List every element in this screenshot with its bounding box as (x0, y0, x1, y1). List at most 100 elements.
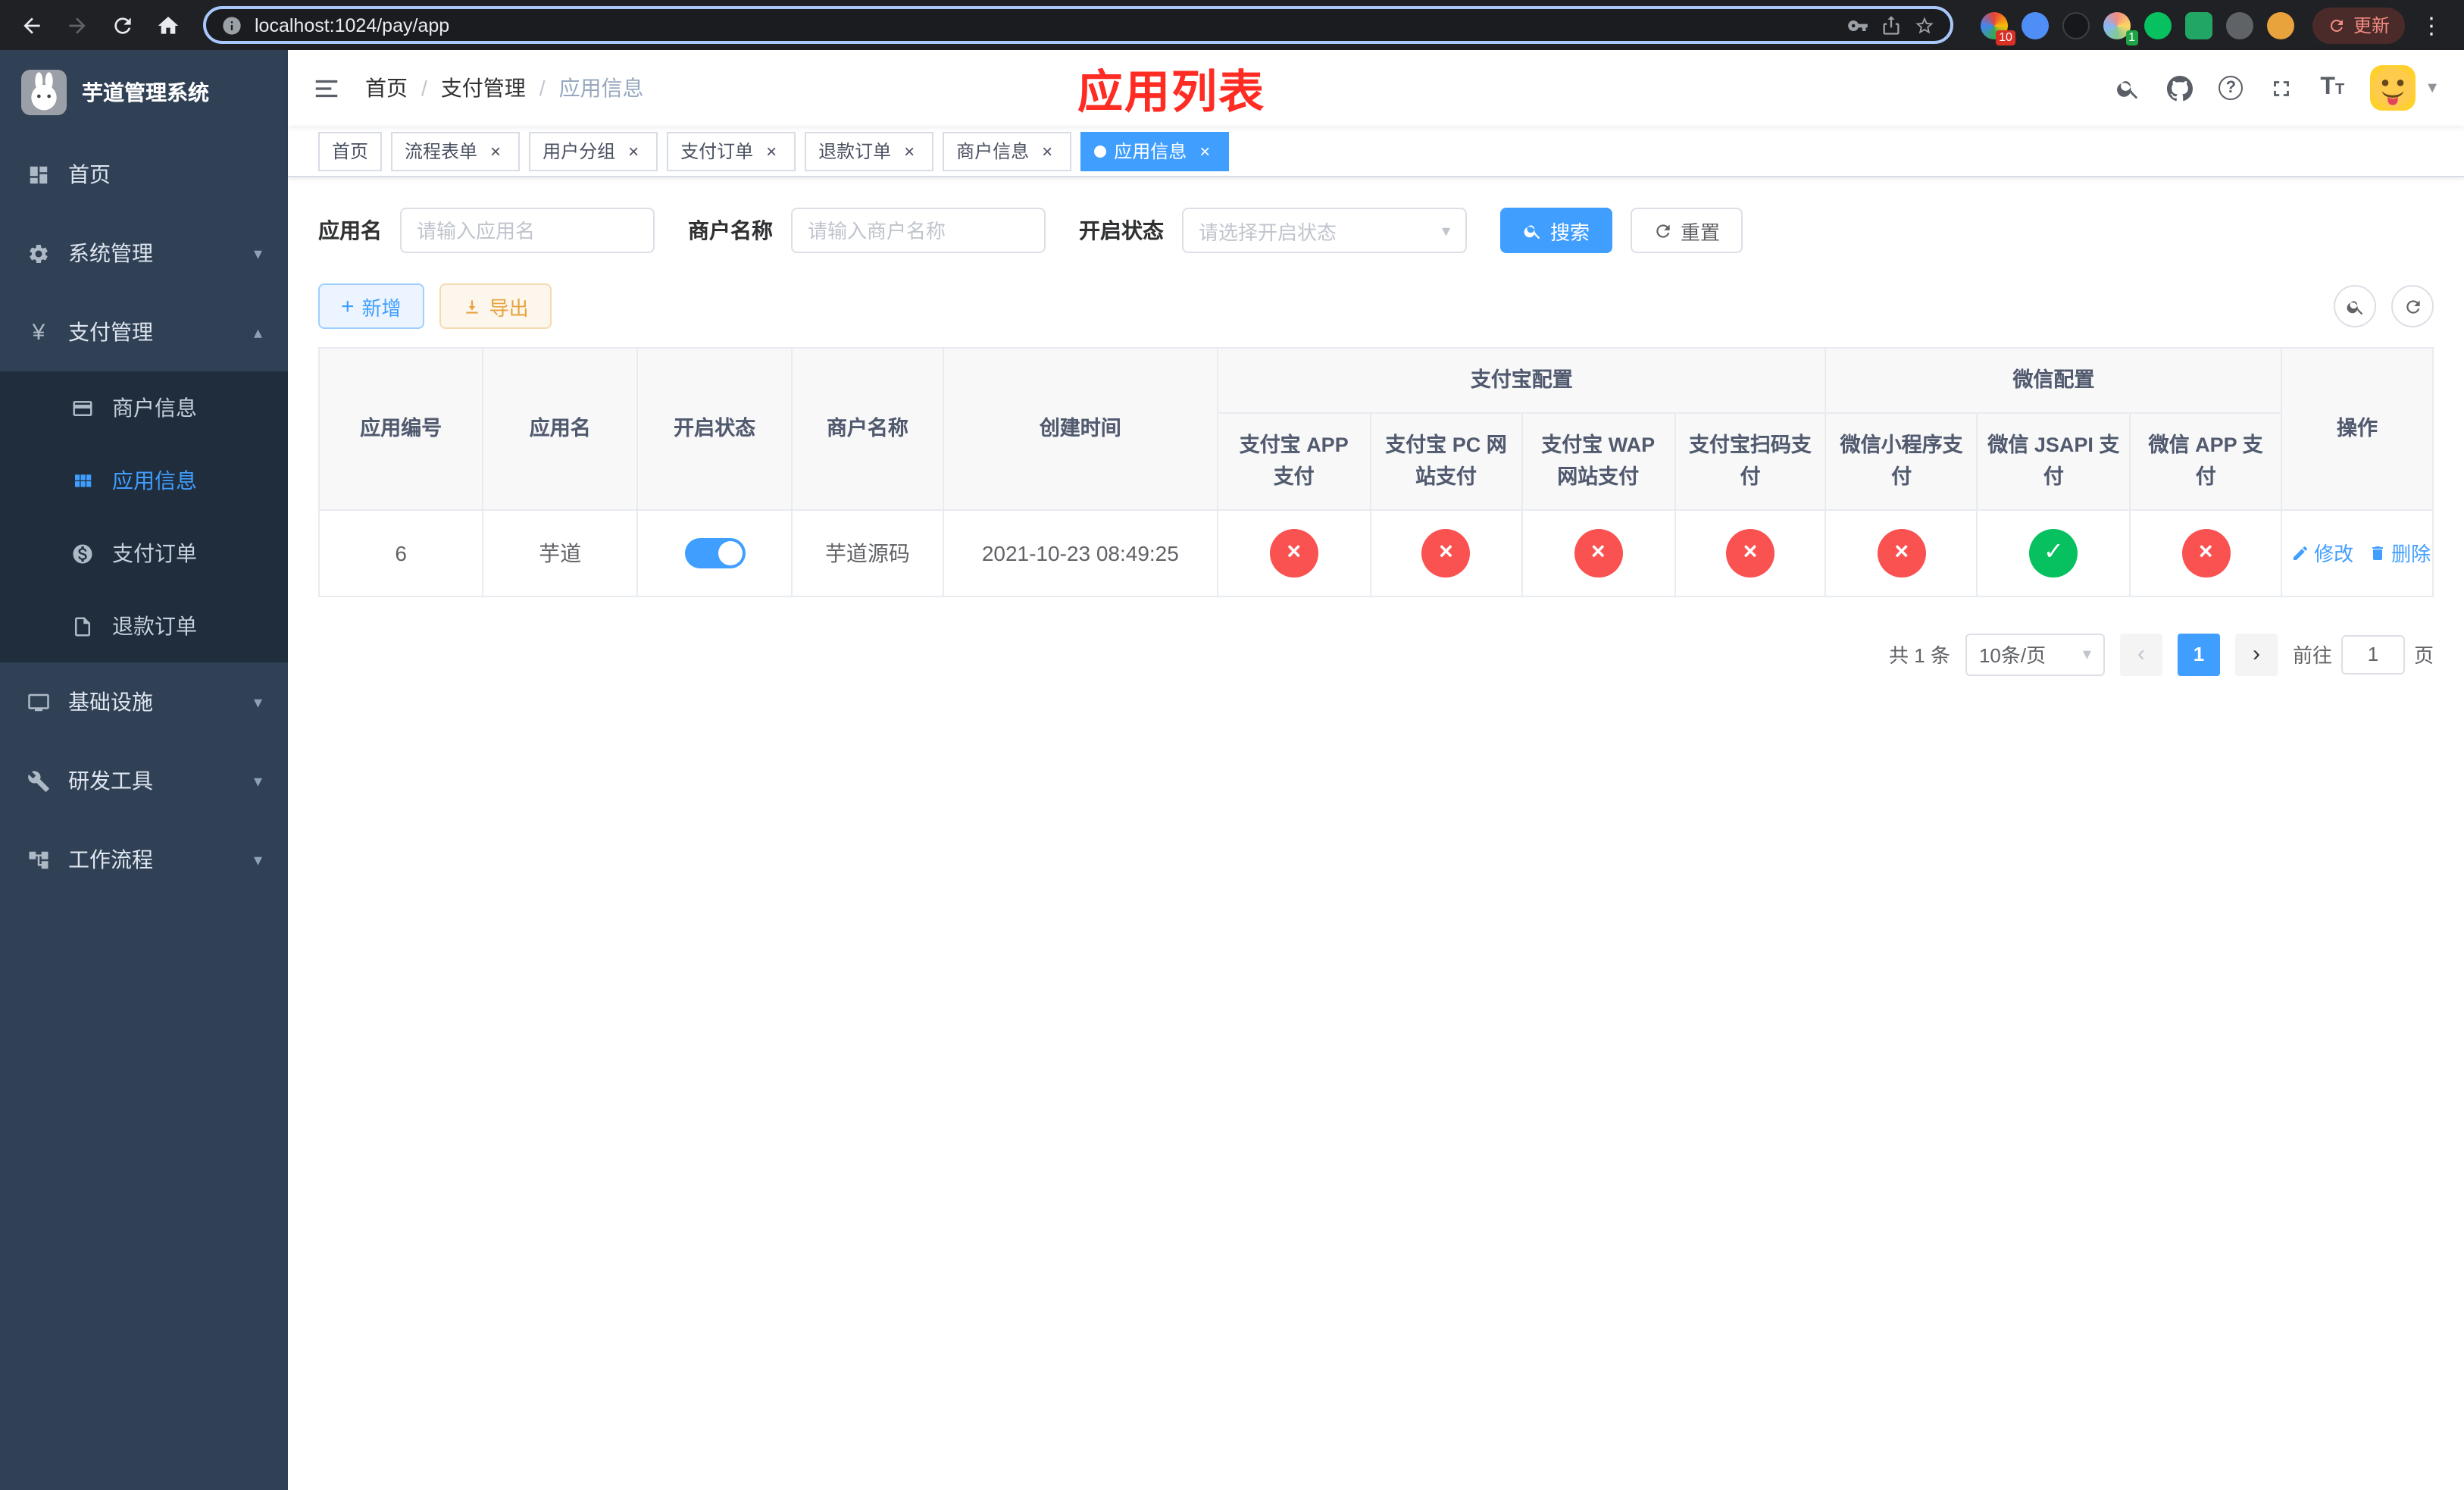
screen: localhost:1024/pay/app 10 1 更新 ⋮ 芋道管理系统 … (0, 0, 2464, 1490)
search-button[interactable]: 搜索 (1500, 208, 1613, 253)
sidebar-item-home[interactable]: 首页 (0, 135, 288, 214)
breadcrumb-payment[interactable]: 支付管理 (441, 73, 526, 103)
user-menu[interactable]: ▼ (2370, 65, 2440, 111)
tab-process-form[interactable]: 流程表单 × (391, 131, 521, 171)
extension-icon[interactable]: 10 (1980, 11, 2015, 45)
tab-pay-order[interactable]: 支付订单 × (667, 131, 796, 171)
sidebar-item-system[interactable]: 系统管理 ▾ (0, 214, 288, 293)
cell-actions: 修改 删除 (2281, 509, 2434, 597)
sidebar-item-workflow[interactable]: 工作流程 ▾ (0, 820, 288, 899)
toggle-search-button[interactable] (2334, 285, 2376, 327)
breadcrumb-separator: / (421, 76, 427, 100)
column-header-app-name: 应用名 (482, 347, 639, 511)
active-tab-dot (1094, 145, 1107, 157)
password-key-icon[interactable] (1847, 14, 1868, 36)
reset-button[interactable]: 重置 (1631, 208, 1743, 253)
column-header-alipay-pc: 支付宝 PC 网站支付 (1369, 412, 1523, 511)
extensions-area: 10 1 (1968, 11, 2306, 45)
bookmark-star-icon[interactable] (1914, 14, 1935, 36)
extension-icon[interactable]: 1 (2103, 11, 2138, 45)
chevron-down-icon: ▾ (253, 245, 262, 263)
hamburger-icon[interactable] (312, 74, 341, 102)
table-toolbar: + 新增 导出 (318, 283, 2434, 329)
sidebar-item-refund-order[interactable]: 退款订单 (0, 590, 288, 662)
sidebar-item-payment[interactable]: ¥ 支付管理 ▴ (0, 293, 288, 371)
chevron-down-icon: ▾ (253, 772, 262, 790)
column-header-merchant: 商户名称 (791, 347, 944, 511)
tab-user-group[interactable]: 用户分组 × (529, 131, 658, 171)
credit-card-icon (70, 396, 95, 419)
column-header-alipay-qr: 支付宝扫码支付 (1674, 412, 1827, 511)
address-bar[interactable]: localhost:1024/pay/app (203, 6, 1953, 44)
add-button[interactable]: + 新增 (318, 283, 424, 329)
close-icon[interactable]: × (761, 140, 782, 161)
sidebar-item-dev-tools[interactable]: 研发工具 ▾ (0, 741, 288, 820)
column-header-alipay-app: 支付宝 APP 支付 (1216, 412, 1371, 511)
breadcrumb-home[interactable]: 首页 (365, 73, 408, 103)
table-tools (2334, 285, 2434, 327)
group-header-alipay: 支付宝配置 (1216, 347, 1827, 414)
browser-update-button[interactable]: 更新 (2312, 7, 2405, 43)
cell-app-name: 芋道 (482, 509, 639, 597)
url-text[interactable]: localhost:1024/pay/app (255, 14, 1835, 36)
extension-icon[interactable] (2062, 11, 2090, 39)
sidebar-item-app-info[interactable]: 应用信息 (0, 444, 288, 517)
close-icon[interactable]: × (485, 140, 506, 161)
extension-icon[interactable] (2021, 11, 2049, 39)
site-info-icon[interactable] (221, 14, 242, 36)
browser-back-button[interactable] (12, 5, 52, 45)
tab-home[interactable]: 首页 (318, 131, 383, 171)
browser-home-button[interactable] (149, 5, 188, 45)
status-select[interactable]: 请选择开启状态 ▾ (1182, 208, 1467, 253)
chevron-down-icon: ▾ (253, 851, 262, 869)
tab-app-info[interactable]: 应用信息 × (1080, 131, 1230, 171)
breadcrumb: 首页 / 支付管理 / 应用信息 (365, 73, 644, 103)
plus-icon: + (341, 293, 355, 319)
browser-reload-button[interactable] (103, 5, 142, 45)
tab-merchant-info[interactable]: 商户信息 × (943, 131, 1072, 171)
share-icon[interactable] (1881, 14, 1902, 36)
page-title: 应用列表 (1077, 68, 1265, 118)
close-icon[interactable]: × (899, 140, 920, 161)
browser-menu-icon[interactable]: ⋮ (2411, 11, 2452, 39)
status-switch[interactable] (684, 537, 746, 568)
extensions-puzzle-icon[interactable] (2225, 11, 2253, 39)
logo-row[interactable]: 芋道管理系统 (0, 50, 288, 135)
gear-icon (26, 242, 52, 265)
avatar (2370, 65, 2416, 111)
close-icon[interactable]: × (1037, 140, 1058, 161)
tab-refund-order[interactable]: 退款订单 × (805, 131, 934, 171)
close-icon[interactable]: × (1194, 140, 1215, 161)
page-number-button[interactable]: 1 (2177, 633, 2220, 676)
document-icon (70, 615, 95, 637)
alipay-wap-status-icon: × (1574, 528, 1623, 578)
delete-button[interactable]: 删除 (2369, 539, 2431, 568)
next-page-button[interactable]: › (2234, 633, 2278, 676)
fullscreen-icon[interactable] (2269, 75, 2294, 101)
profile-avatar-icon[interactable] (2266, 11, 2294, 39)
edit-button[interactable]: 修改 (2291, 539, 2353, 568)
github-icon[interactable] (2167, 75, 2194, 101)
extension-icon[interactable] (2143, 11, 2172, 39)
workflow-icon (26, 848, 52, 871)
refresh-table-button[interactable] (2391, 285, 2434, 327)
page-size-select[interactable]: 10条/页 ▾ (1965, 633, 2105, 676)
font-size-icon[interactable]: TT (2320, 75, 2344, 100)
column-header-actions: 操作 (2281, 347, 2434, 511)
sidebar-item-pay-order[interactable]: 支付订单 (0, 517, 288, 590)
help-icon[interactable]: ? (2219, 76, 2244, 100)
prev-page-button[interactable]: ‹ (2119, 633, 2162, 676)
merchant-name-input[interactable] (791, 208, 1046, 253)
sidebar-item-merchant-info[interactable]: 商户信息 (0, 371, 288, 444)
page-content: 应用名 商户名称 开启状态 请选择开启状态 ▾ (288, 177, 2464, 706)
close-icon[interactable]: × (623, 140, 644, 161)
extension-icon[interactable] (2184, 11, 2212, 39)
sidebar-item-infrastructure[interactable]: 基础设施 ▾ (0, 662, 288, 741)
dashboard-icon (26, 163, 52, 186)
browser-forward-button[interactable] (58, 5, 97, 45)
goto-page-input[interactable] (2340, 634, 2405, 675)
app-title: 芋道管理系统 (82, 80, 209, 105)
app-name-input[interactable] (400, 208, 655, 253)
export-button[interactable]: 导出 (439, 283, 552, 329)
search-icon[interactable] (2115, 75, 2141, 101)
